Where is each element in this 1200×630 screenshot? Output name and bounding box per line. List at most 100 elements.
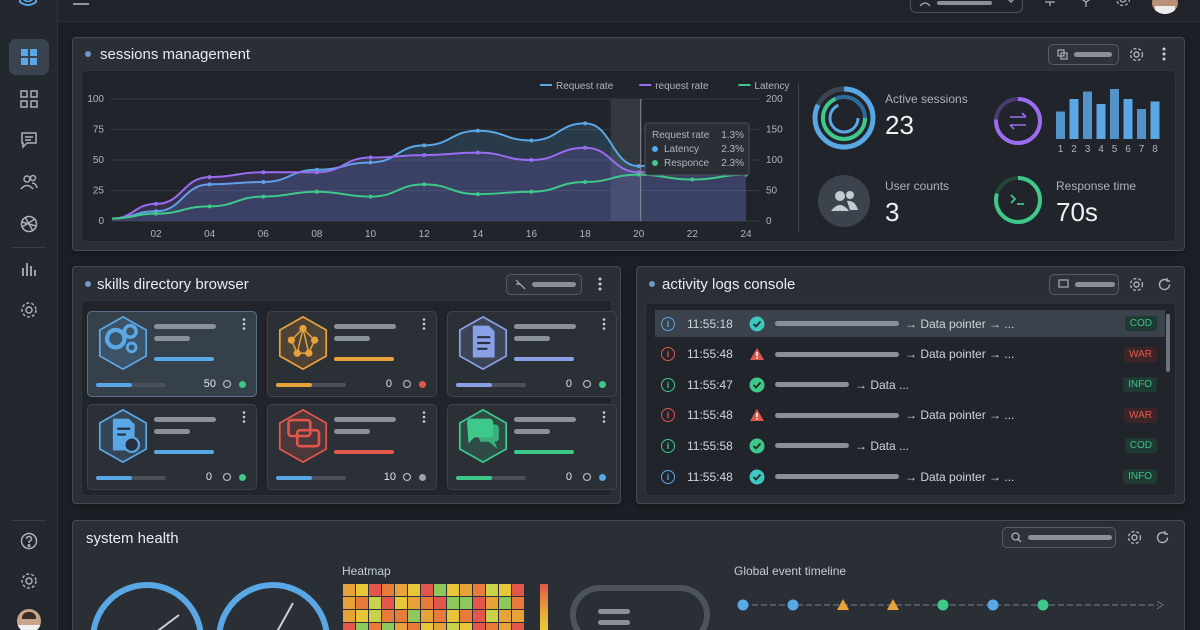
data-point[interactable] [368,194,373,199]
more-icon[interactable] [242,318,246,330]
data-point[interactable] [583,179,588,184]
bell-icon[interactable] [1043,0,1057,8]
data-point[interactable] [314,170,319,175]
tooltip-label: Request rate [652,130,710,141]
sidebar-item-analytics[interactable] [9,251,49,287]
data-point[interactable] [154,201,158,206]
scrollbar[interactable] [1166,314,1170,372]
data-point[interactable] [475,150,480,155]
log-badge: COD [1124,438,1157,454]
data-point[interactable] [207,175,212,180]
mini-bar [1150,101,1160,139]
data-point[interactable] [422,153,427,158]
cube-icon[interactable] [1079,0,1093,8]
profile-avatar[interactable] [1152,0,1178,14]
mini-bar-chart: 12345678 [1056,89,1160,155]
heatmap[interactable] [343,584,525,630]
data-point[interactable] [529,189,534,194]
timeline-event[interactable] [737,599,749,611]
log-time: 11:55:18 [687,316,733,331]
data-point[interactable] [529,138,534,143]
data-point[interactable] [368,155,373,160]
data-point[interactable] [583,145,588,150]
help-button[interactable] [9,523,49,559]
active-sessions-label: Active sessions [885,92,968,106]
warning-icon [750,348,764,361]
skill-card[interactable]: 0 [447,311,617,397]
more-icon[interactable] [598,277,602,291]
more-icon[interactable] [602,318,606,330]
panel-settings-icon[interactable] [1127,530,1142,545]
mini-bar [1137,109,1146,139]
sidebar-item-settings[interactable] [9,292,49,328]
sessions-body: 100 200 75 150 50 100 25 50 0 0 02 04 06 08 10 12 14 16 18… [81,70,1176,242]
gear-button[interactable] [9,563,49,599]
timeline-event[interactable] [937,599,949,611]
log-time: 11:55:58 [687,438,733,453]
skill-card[interactable]: 0 [447,404,617,490]
more-icon[interactable] [242,411,246,423]
health-title: system health [86,530,179,547]
data-point[interactable] [261,170,266,175]
sidebar-item-users[interactable] [9,164,49,200]
health-search[interactable] [1002,527,1116,548]
more-icon[interactable] [422,411,426,423]
data-point[interactable] [583,121,588,126]
log-row[interactable]: i 11:55:48 → Data pointer → ... WAR [655,402,1165,429]
skills-filter-button[interactable] [506,274,582,295]
sessions-line-chart[interactable]: 100 200 75 150 50 100 25 50 0 0 02 04 06 08 10 12 14 16 18… [82,71,794,243]
more-icon[interactable] [422,318,426,330]
more-icon[interactable] [602,411,606,423]
panel-settings-icon[interactable] [1129,47,1144,62]
activity-filter-button[interactable] [1049,274,1119,295]
log-text: → Data ... [855,438,910,453]
log-row[interactable]: i 11:55:58 → Data ... COD [655,432,1165,459]
settings-top-icon[interactable] [1115,0,1131,8]
data-point[interactable] [636,164,641,169]
log-badge: WAR [1124,407,1157,423]
skill-card[interactable]: 0 [87,404,257,490]
timeline-event[interactable] [1037,599,1049,611]
sidebar-item-grid[interactable] [9,81,49,117]
data-point[interactable] [261,194,266,199]
x-tick: 12 [419,229,431,240]
refresh-icon[interactable] [1157,277,1172,292]
refresh-icon[interactable] [1155,530,1170,545]
panel-settings-icon[interactable] [1129,277,1144,292]
sidebar-divider [12,247,46,248]
sidebar-item-messages[interactable] [9,122,49,158]
heatmap-cell [408,610,420,622]
log-row[interactable]: i 11:55:48 → Data pointer → ... INFO [655,463,1165,490]
data-point[interactable] [636,172,641,177]
heatmap-cell [460,584,472,596]
data-point[interactable] [690,177,695,182]
data-point[interactable] [529,158,534,162]
data-point[interactable] [314,189,319,194]
skill-card[interactable]: 50 [87,311,257,397]
event-timeline[interactable] [733,595,1165,615]
share-icon [402,379,412,389]
tooltip-value: 2.3% [721,158,744,169]
sidebar-item-network[interactable] [9,206,49,242]
data-point[interactable] [422,182,427,187]
sessions-filter-button[interactable] [1048,44,1119,65]
data-point[interactable] [207,204,212,209]
check-icon [749,469,765,484]
data-point[interactable] [475,128,480,133]
timeline-event[interactable] [987,599,999,611]
log-row[interactable]: i 11:55:18 → Data pointer → ... COD [655,310,1165,337]
timeline-event[interactable] [787,599,799,611]
sidebar-item-dashboard[interactable] [9,39,49,75]
avatar[interactable] [17,609,41,630]
skill-card[interactable]: 0 [267,311,437,397]
log-row[interactable]: i 11:55:48 → Data pointer → ... WAR [655,341,1165,368]
user-select[interactable] [910,0,1023,13]
more-icon[interactable] [1162,47,1166,61]
skill-card[interactable]: 10 [267,404,437,490]
data-point[interactable] [475,192,480,197]
data-point[interactable] [422,143,427,148]
skill-progress [154,357,214,361]
log-row[interactable]: i 11:55:47 → Data ... INFO [655,371,1165,398]
menu-icon[interactable] [73,0,89,8]
data-point[interactable] [154,211,158,216]
